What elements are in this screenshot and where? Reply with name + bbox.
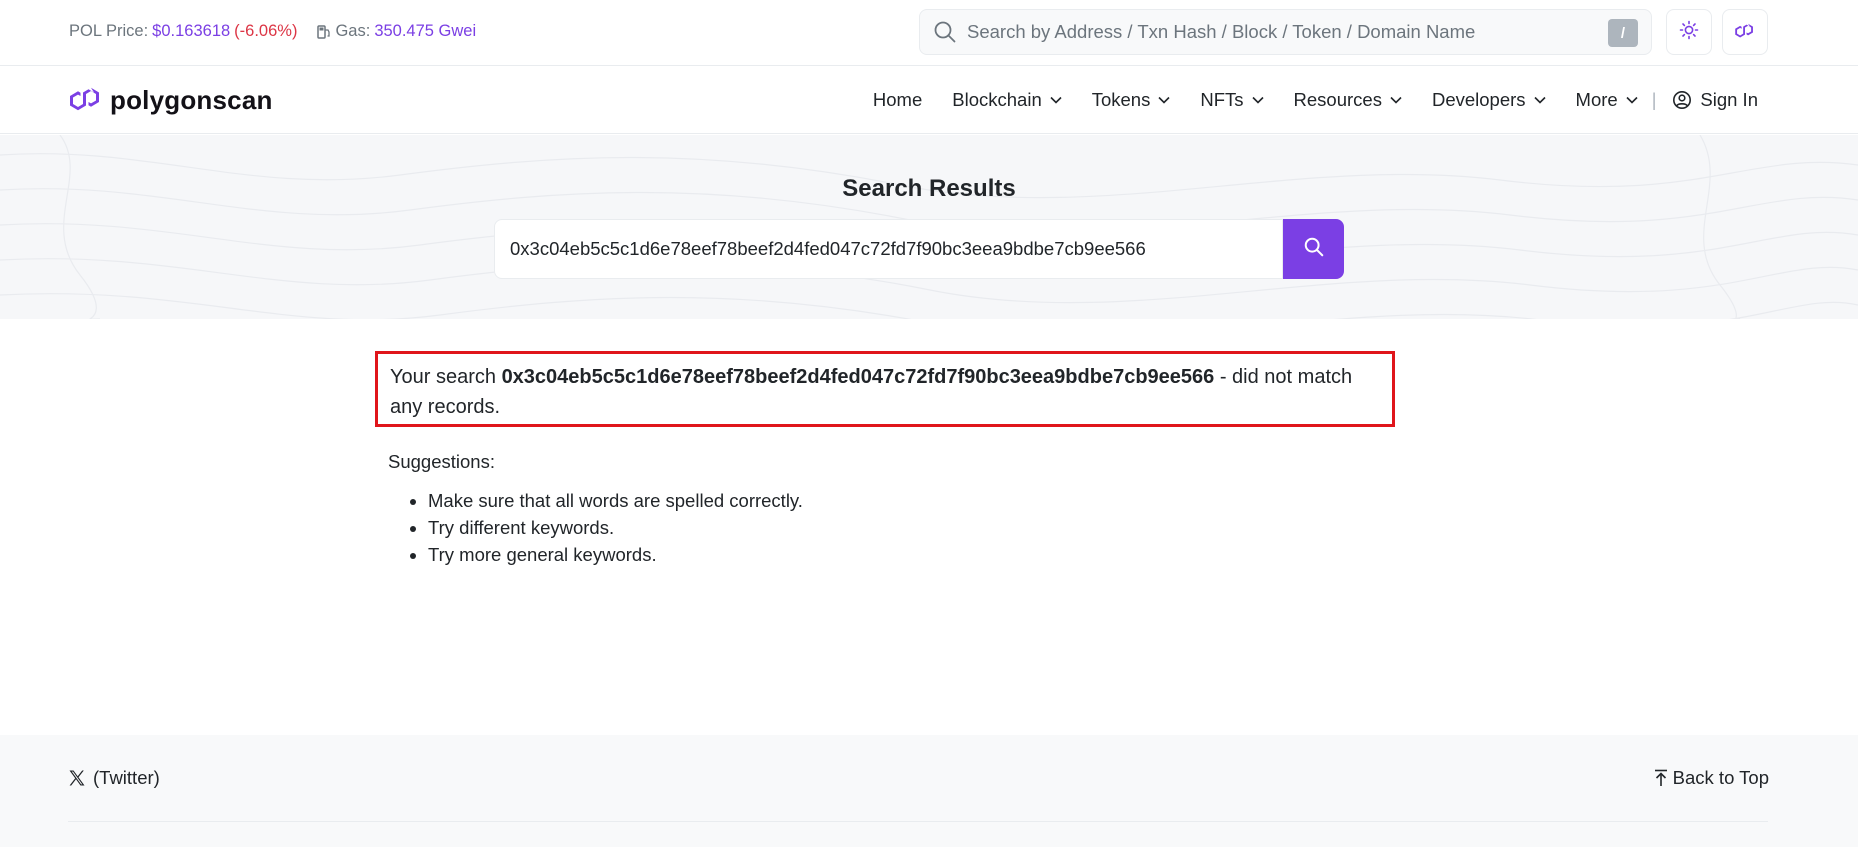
chevron-down-icon — [1390, 96, 1402, 104]
no-match-message: Your search 0x3c04eb5c5c1d6e78eef78beef2… — [375, 351, 1395, 427]
nav-item-label: Home — [872, 89, 923, 110]
x-twitter-icon — [68, 769, 86, 787]
back-to-top-link[interactable]: Back to Top — [1653, 767, 1769, 789]
list-item: Try different keywords. — [428, 514, 803, 541]
polygon-logo-icon — [68, 82, 104, 119]
results-search-form: 0x3c04eb5c5c1d6e78eef78beef2d4fed047c72f… — [494, 219, 1344, 279]
nav-item-resources[interactable]: Resources — [1294, 89, 1402, 111]
list-item: Try more general keywords. — [428, 541, 803, 568]
twitter-link[interactable]: (Twitter) — [68, 767, 160, 789]
nav-item-blockchain[interactable]: Blockchain — [952, 89, 1062, 111]
nav-item-label: NFTs — [1200, 89, 1244, 110]
search-icon — [933, 20, 957, 44]
sun-icon — [1679, 20, 1699, 45]
nav-item-label: Resources — [1293, 89, 1382, 110]
price-label: POL Price: — [69, 22, 149, 40]
nav-item-nfts[interactable]: NFTs — [1200, 89, 1264, 111]
main-navbar: polygonscan Home Blockchain Tokens NFTs … — [0, 67, 1858, 134]
chevron-down-icon — [1158, 96, 1170, 104]
results-search-button[interactable] — [1283, 219, 1344, 279]
nav-item-label: Tokens — [1091, 89, 1151, 110]
top-bar: POL Price: $0.163618 (-6.06%) Gas: 350.4… — [0, 0, 1858, 66]
nav-item-more[interactable]: More — [1576, 89, 1638, 111]
chevron-down-icon — [1251, 96, 1264, 104]
price-value[interactable]: $0.163618 — [152, 22, 230, 41]
suggestions-title: Suggestions: — [388, 451, 495, 472]
chevron-down-icon — [1626, 96, 1638, 104]
polygon-icon — [1734, 20, 1756, 45]
footer-divider — [68, 821, 1768, 822]
nav-item-tokens[interactable]: Tokens — [1092, 89, 1171, 111]
result-prefix: Your search — [390, 366, 502, 388]
user-circle-icon — [1672, 90, 1692, 110]
sign-in-link[interactable]: Sign In — [1672, 89, 1758, 111]
arrow-up-to-line-icon — [1653, 769, 1669, 787]
sign-in-label: Sign In — [1700, 89, 1758, 110]
chevron-down-icon — [1533, 96, 1546, 104]
nav-separator: | — [1651, 89, 1657, 110]
gas-label: Gas: — [335, 22, 371, 40]
footer: (Twitter) Back to Top — [0, 735, 1858, 847]
result-query: 0x3c04eb5c5c1d6e78eef78beef2d4fed047c72f… — [501, 366, 1215, 388]
twitter-label: (Twitter) — [93, 767, 160, 788]
gas-pump-icon — [317, 24, 331, 39]
header-search-bar[interactable]: Search by Address / Txn Hash / Block / T… — [919, 9, 1652, 55]
nav-item-home[interactable]: Home — [873, 89, 922, 111]
polygonscan-logo[interactable]: polygonscan — [68, 82, 273, 119]
search-icon — [1303, 236, 1325, 263]
nav-item-label: Developers — [1431, 89, 1526, 110]
price-ticker: POL Price: $0.163618 (-6.06%) Gas: 350.4… — [69, 22, 476, 41]
price-change: (-6.06%) — [234, 22, 298, 40]
nav-menu: Home Blockchain Tokens NFTs Resources De… — [843, 67, 1758, 133]
logo-text: polygonscan — [110, 85, 273, 115]
nav-item-label: More — [1575, 89, 1618, 110]
results-search-input[interactable]: 0x3c04eb5c5c1d6e78eef78beef2d4fed047c72f… — [494, 219, 1283, 279]
chevron-down-icon — [1050, 96, 1062, 104]
theme-toggle-button[interactable] — [1666, 9, 1712, 55]
page-title: Search Results — [842, 175, 1016, 202]
nav-item-developers[interactable]: Developers — [1432, 89, 1546, 111]
back-to-top-label: Back to Top — [1672, 767, 1769, 788]
gas-value[interactable]: 350.475 Gwei — [374, 22, 476, 41]
search-hero: Search Results 0x3c04eb5c5c1d6e78eef78be… — [0, 135, 1858, 319]
search-input[interactable]: Search by Address / Txn Hash / Block / T… — [967, 21, 1475, 43]
network-switch-button[interactable] — [1722, 9, 1768, 55]
nav-item-label: Blockchain — [952, 89, 1042, 110]
search-shortcut-badge: / — [1608, 19, 1638, 47]
suggestions-list: Make sure that all words are spelled cor… — [428, 487, 803, 568]
list-item: Make sure that all words are spelled cor… — [428, 487, 803, 514]
